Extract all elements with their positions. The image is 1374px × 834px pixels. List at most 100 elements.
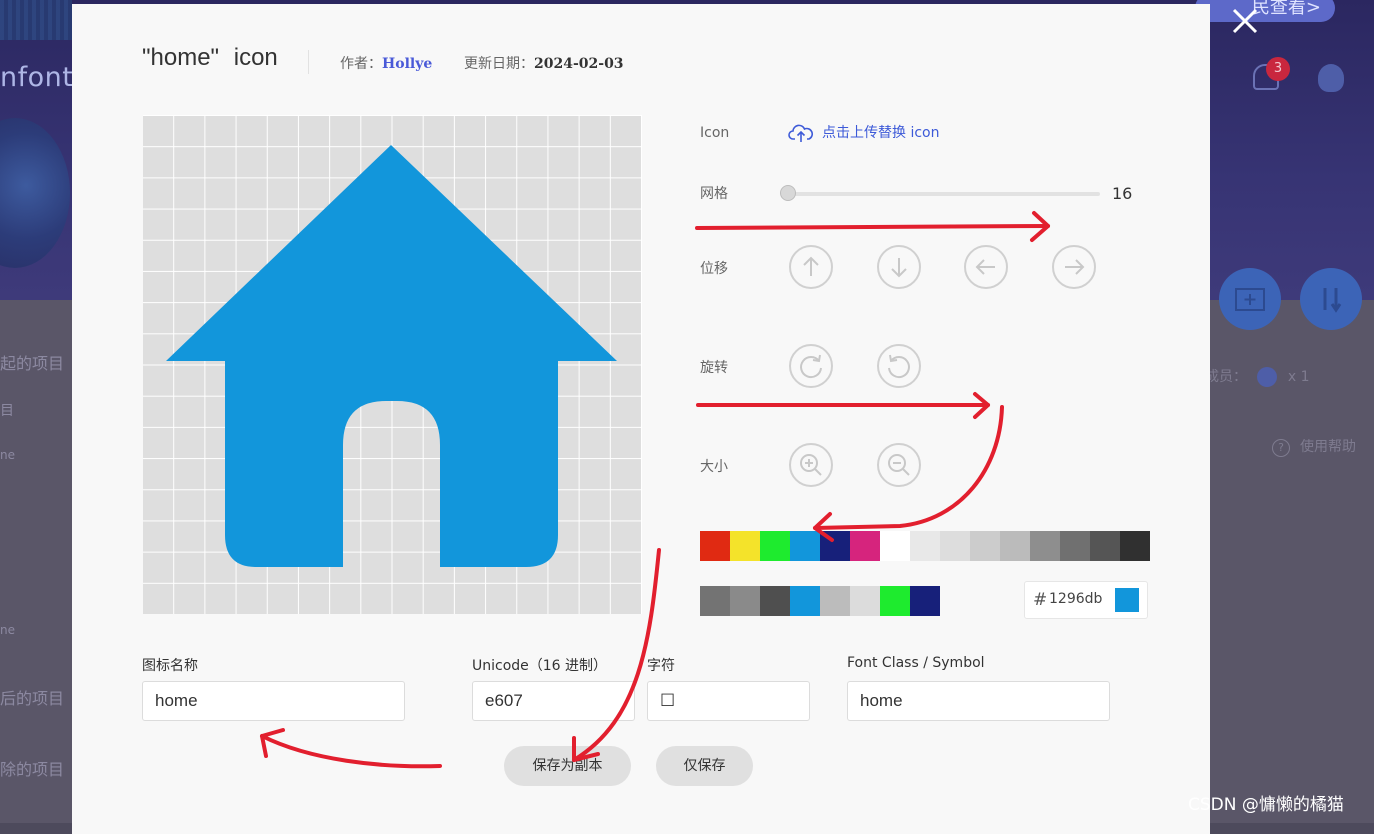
- avatar: [1318, 64, 1344, 92]
- hex-color-value: 1296db: [1049, 591, 1103, 607]
- author-name: Hollye: [382, 56, 433, 72]
- date-label: 更新日期：: [464, 56, 534, 72]
- grid-slider-value: 16: [1112, 184, 1133, 203]
- move-up-button[interactable]: [789, 245, 833, 289]
- color-swatch[interactable]: [1090, 531, 1120, 561]
- color-swatch[interactable]: [1030, 531, 1060, 561]
- folder-add-icon: [1235, 288, 1265, 311]
- close-icon: [1232, 8, 1258, 34]
- size-label: 大小: [700, 459, 728, 475]
- member-avatar-icon: [1257, 367, 1278, 387]
- color-palette-row-1: [700, 531, 1150, 561]
- sort-icon: [1323, 288, 1342, 313]
- color-swatch[interactable]: [700, 531, 730, 561]
- color-preview-chip[interactable]: [1115, 588, 1139, 612]
- background-banner-button: 民查看>: [1195, 0, 1335, 22]
- background-sort-button: [1300, 268, 1362, 330]
- color-swatch[interactable]: [910, 586, 940, 616]
- zoom-out-icon: [888, 454, 910, 476]
- color-swatch[interactable]: [1060, 531, 1090, 561]
- icon-name-label: 图标名称: [142, 658, 198, 674]
- color-swatch[interactable]: [880, 586, 910, 616]
- zoom-in-button[interactable]: [789, 443, 833, 487]
- arrow-right-icon: [1065, 259, 1085, 275]
- save-as-copy-button[interactable]: 保存为副本: [504, 746, 631, 786]
- unicode-input[interactable]: e607: [472, 681, 635, 721]
- move-down-button[interactable]: [877, 245, 921, 289]
- grid-slider-handle[interactable]: [780, 185, 796, 201]
- zoom-in-icon: [800, 454, 822, 476]
- hex-color-input[interactable]: # 1296db: [1024, 581, 1148, 619]
- color-swatch[interactable]: [1000, 531, 1030, 561]
- background-sidebar-item: 目: [0, 403, 14, 419]
- icon-title-suffix: icon: [233, 44, 278, 71]
- icon-name-input[interactable]: home: [142, 681, 405, 721]
- icon-label: Icon: [700, 125, 730, 141]
- color-swatch[interactable]: [850, 531, 880, 561]
- background-help-link: ? 使用帮助: [1272, 436, 1356, 457]
- font-class-label: Font Class / Symbol: [847, 655, 985, 671]
- background-add-folder-button: [1219, 268, 1281, 330]
- close-modal-button[interactable]: [1228, 4, 1262, 38]
- help-label: 使用帮助: [1300, 439, 1356, 455]
- color-swatch[interactable]: [760, 586, 790, 616]
- rotate-label: 旋转: [700, 360, 728, 376]
- update-date: 2024-02-03: [534, 56, 624, 72]
- color-swatch[interactable]: [910, 531, 940, 561]
- members-label: 成员：: [1205, 369, 1247, 385]
- notification-badge: 3: [1266, 57, 1290, 81]
- move-right-button[interactable]: [1052, 245, 1096, 289]
- font-class-input[interactable]: home: [847, 681, 1110, 721]
- icon-edit-canvas[interactable]: [143, 115, 642, 614]
- grid-label: 网格: [700, 186, 728, 202]
- watermark: CSDN @慵懒的橘猫: [1188, 795, 1344, 815]
- background-banner-pattern: [0, 0, 72, 40]
- arrow-down-icon: [891, 258, 907, 278]
- char-preview-field[interactable]: ☐: [647, 681, 810, 721]
- rotate-counterclockwise-icon: [888, 354, 910, 379]
- move-left-button[interactable]: [964, 245, 1008, 289]
- color-swatch[interactable]: [850, 586, 880, 616]
- color-palette-row-2: [700, 586, 940, 616]
- members-count: x 1: [1287, 369, 1310, 385]
- author-info: 作者：Hollye: [340, 53, 432, 73]
- color-swatch[interactable]: [790, 531, 820, 561]
- grid-slider-track[interactable]: [788, 192, 1100, 196]
- color-swatch[interactable]: [730, 586, 760, 616]
- move-label: 位移: [700, 261, 728, 277]
- background-sidebar-item: 后的项目: [0, 689, 65, 708]
- color-swatch[interactable]: [700, 586, 730, 616]
- hex-hash-symbol: #: [1033, 590, 1048, 610]
- arrow-left-icon: [975, 259, 995, 275]
- save-only-button[interactable]: 仅保存: [656, 746, 753, 786]
- color-swatch[interactable]: [730, 531, 760, 561]
- rotate-counterclockwise-button[interactable]: [877, 344, 921, 388]
- title-divider: [308, 50, 309, 74]
- color-swatch[interactable]: [820, 531, 850, 561]
- page-title: "home" icon: [142, 44, 278, 72]
- cloud-upload-icon: [788, 124, 814, 142]
- color-swatch[interactable]: [790, 586, 820, 616]
- icon-edit-modal: "home" icon 作者：Hollye 更新日期：2024-02-03 Ic…: [72, 4, 1210, 834]
- rotate-clockwise-icon: [800, 354, 822, 379]
- rotate-clockwise-button[interactable]: [789, 344, 833, 388]
- background-members: 成员： x 1: [1205, 366, 1310, 387]
- help-icon: ?: [1272, 439, 1290, 457]
- background-sidebar-item: 除的项目: [0, 760, 65, 779]
- upload-replace-text: 点击上传替换 icon: [822, 125, 940, 141]
- char-label: 字符: [647, 658, 675, 674]
- background-sidebar-item: 起的项目: [0, 354, 65, 373]
- color-swatch[interactable]: [760, 531, 790, 561]
- icon-name-title: "home": [142, 44, 220, 71]
- arrow-up-icon: [803, 256, 819, 276]
- zoom-out-button[interactable]: [877, 443, 921, 487]
- background-logo: nfont: [0, 62, 74, 93]
- home-icon: [166, 145, 617, 567]
- author-label: 作者：: [340, 56, 382, 72]
- color-swatch[interactable]: [970, 531, 1000, 561]
- color-swatch[interactable]: [940, 531, 970, 561]
- color-swatch[interactable]: [820, 586, 850, 616]
- color-swatch[interactable]: [1120, 531, 1150, 561]
- upload-replace-link[interactable]: 点击上传替换 icon: [788, 122, 939, 143]
- color-swatch[interactable]: [880, 531, 910, 561]
